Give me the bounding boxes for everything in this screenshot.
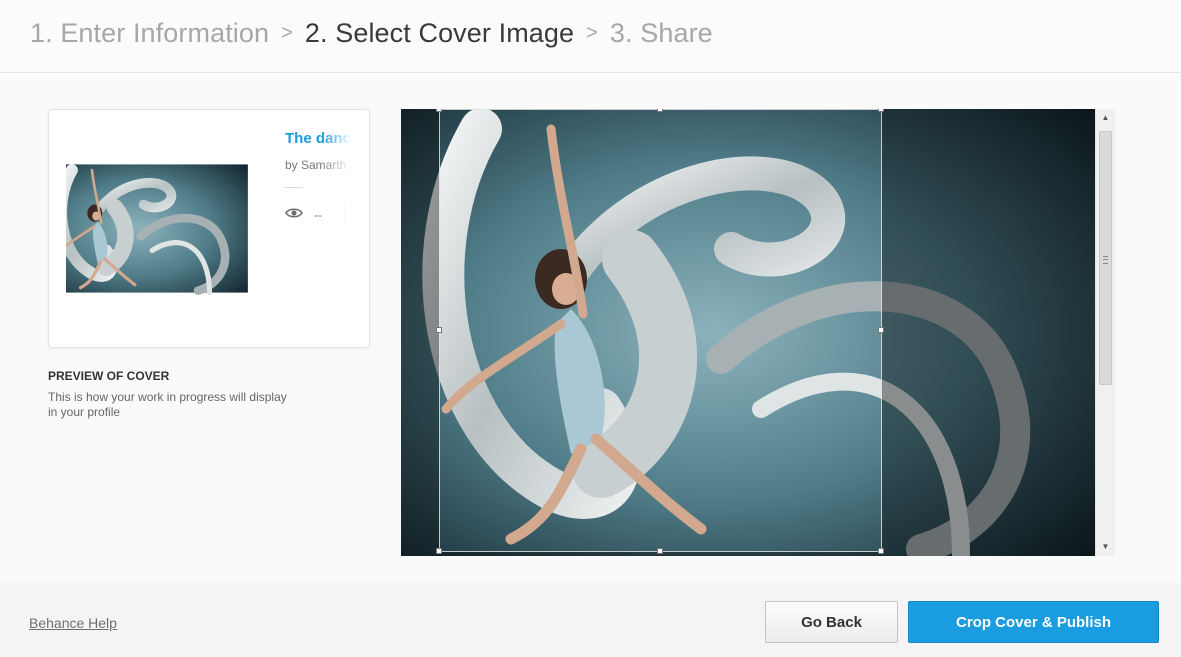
cover-preview-card: The danc by Samarth -- [48,109,370,348]
main-content: The danc by Samarth -- PREVIEW OF COVER … [0,73,1181,583]
behance-help-link[interactable]: Behance Help [29,615,117,631]
wizard-footer: Behance Help Go Back Crop Cover & Publis… [0,583,1181,657]
preview-label: PREVIEW OF COVER [48,369,170,383]
crop-handle-bottom-right[interactable] [878,548,884,554]
crop-handle-top-right[interactable] [878,109,884,112]
card-divider-line [285,187,303,188]
crop-selection[interactable] [439,109,882,552]
crop-handle-bottom-left[interactable] [436,548,442,554]
grip-icon [1103,256,1108,264]
scroll-thumb[interactable] [1099,131,1112,385]
crop-scrollbar[interactable]: ▲ ▼ [1095,109,1115,556]
crop-handle-right[interactable] [878,327,884,333]
crop-handle-bottom[interactable] [657,548,663,554]
wizard-header: 1. Enter Information >2. Select Cover Ima… [0,0,1181,73]
step-breadcrumb: 1. Enter Information >2. Select Cover Ima… [30,18,713,49]
view-count: -- [314,208,322,222]
crop-handle-top[interactable] [657,109,663,112]
project-title: The danc [285,130,351,147]
cover-thumbnail [66,129,265,328]
step-enter-information[interactable]: 1. Enter Information [30,18,269,48]
scroll-down-arrow-icon[interactable]: ▼ [1096,538,1115,556]
step-separator: > [281,22,293,44]
crop-handle-top-left[interactable] [436,109,442,112]
scroll-up-arrow-icon[interactable]: ▲ [1096,109,1115,127]
preview-description: This is how your work in progress will d… [48,390,287,419]
step-share: 3. Share [609,18,713,48]
crop-handle-left[interactable] [436,327,442,333]
step-separator: > [586,22,598,44]
stat-divider [344,202,345,226]
step-select-cover-image: 2. Select Cover Image [304,18,575,48]
crop-cover-publish-button[interactable]: Crop Cover & Publish [908,601,1159,643]
eye-icon [285,208,303,218]
crop-area[interactable] [401,109,1095,556]
go-back-button[interactable]: Go Back [765,601,898,643]
project-owner: by Samarth [285,158,347,172]
